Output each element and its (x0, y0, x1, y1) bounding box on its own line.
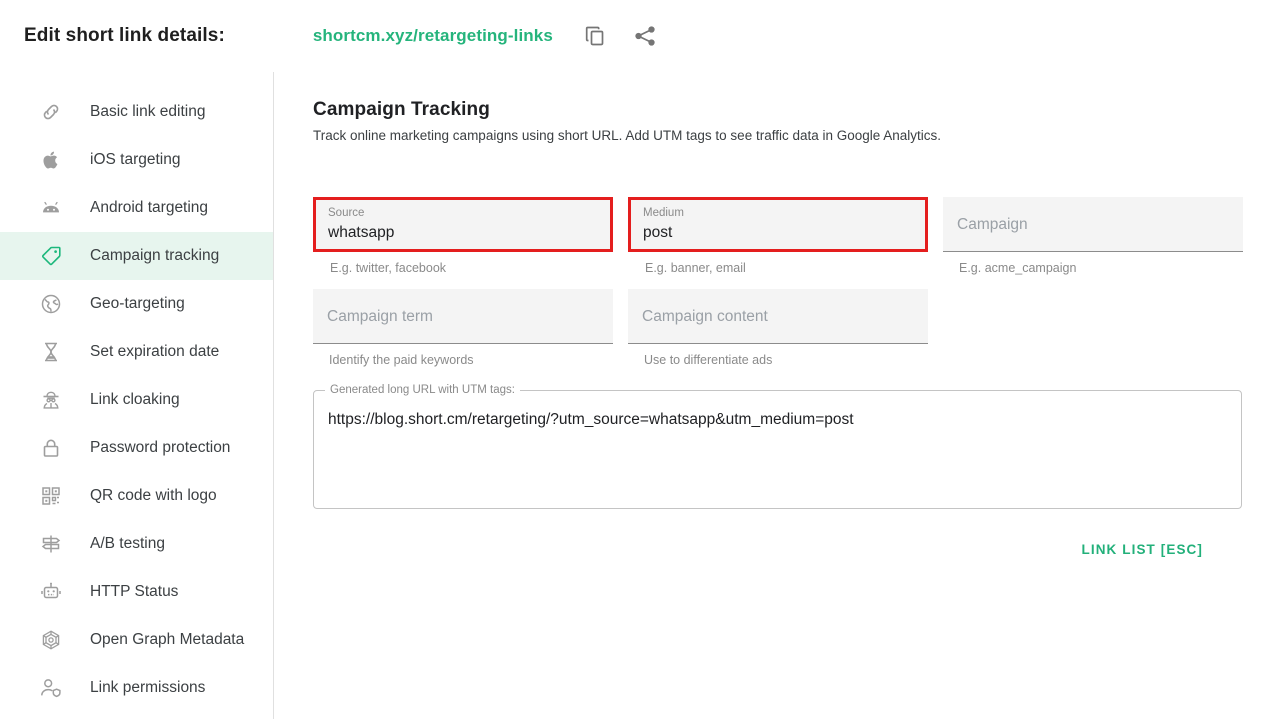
sidebar-item-open-graph-metadata[interactable]: Open Graph Metadata (0, 616, 273, 664)
short-link-url[interactable]: shortcm.xyz/retargeting-links (313, 26, 553, 46)
link-list-button[interactable]: LINK LIST [ESC] (1074, 542, 1203, 557)
section-title: Campaign Tracking (313, 99, 490, 120)
utm-campaign-input[interactable]: Campaign (943, 197, 1243, 252)
sidebar-item-label: Link permissions (90, 679, 206, 696)
android-icon (38, 195, 64, 221)
utm-medium-input[interactable]: Medium post (628, 197, 928, 252)
utm-content-placeholder: Campaign content (642, 308, 768, 325)
generated-url-legend: Generated long URL with UTM tags: (325, 383, 520, 397)
sidebar-item-set-expiration-date[interactable]: Set expiration date (0, 328, 273, 376)
utm-content-hint: Use to differentiate ads (644, 353, 773, 367)
link-icon (38, 99, 64, 125)
share-icon[interactable] (633, 24, 657, 48)
lock-icon (38, 435, 64, 461)
globe-icon (38, 291, 64, 317)
open-graph-icon (38, 627, 64, 653)
sidebar-item-label: iOS targeting (90, 151, 181, 168)
sidebar-item-qr-code-with-logo[interactable]: QR code with logo (0, 472, 273, 520)
copy-icon[interactable] (583, 24, 607, 48)
page-header: Edit short link details: shortcm.xyz/ret… (0, 0, 1287, 72)
sidebar-item-geo-targeting[interactable]: Geo-targeting (0, 280, 273, 328)
utm-medium-hint: E.g. banner, email (645, 261, 746, 275)
sidebar-item-label: Campaign tracking (90, 247, 220, 264)
edit-short-link-page: Edit short link details: shortcm.xyz/ret… (0, 0, 1287, 719)
generated-url-textarea[interactable]: Generated long URL with UTM tags: https:… (313, 383, 1242, 509)
sidebar-item-label: A/B testing (90, 535, 165, 552)
sidebar-item-ios-targeting[interactable]: iOS targeting (0, 136, 273, 184)
medium-field-wrapper: Medium post E.g. banner, email (628, 197, 928, 275)
apple-icon (38, 147, 64, 173)
sidebar-item-label: QR code with logo (90, 487, 217, 504)
sidebar-item-label: Set expiration date (90, 343, 220, 360)
campaign-term-field-wrapper: Campaign term Identify the paid keywords (313, 289, 613, 367)
sidebar-item-link-cloaking[interactable]: Link cloaking (0, 376, 273, 424)
campaign-field-wrapper: Campaign E.g. acme_campaign (943, 197, 1243, 275)
utm-medium-value: post (643, 224, 673, 241)
sidebar-item-ab-testing[interactable]: A/B testing (0, 520, 273, 568)
utm-source-value: whatsapp (328, 224, 395, 241)
user-shield-icon (38, 675, 64, 701)
qr-code-icon (38, 483, 64, 509)
utm-term-placeholder: Campaign term (327, 308, 433, 325)
hourglass-icon (38, 339, 64, 365)
utm-campaign-placeholder: Campaign (957, 216, 1028, 233)
utm-content-input[interactable]: Campaign content (628, 289, 928, 344)
sidebar-item-campaign-tracking[interactable]: Campaign tracking (0, 232, 273, 280)
utm-source-label: Source (328, 207, 365, 219)
sidebar-item-label: HTTP Status (90, 583, 179, 600)
robot-icon (38, 579, 64, 605)
sidebar-item-label: Geo-targeting (90, 295, 185, 312)
utm-source-input[interactable]: Source whatsapp (313, 197, 613, 252)
sidebar-item-password-protection[interactable]: Password protection (0, 424, 273, 472)
section-subtitle: Track online marketing campaigns using s… (313, 128, 942, 143)
utm-term-hint: Identify the paid keywords (329, 353, 474, 367)
source-field-wrapper: Source whatsapp E.g. twitter, facebook (313, 197, 613, 275)
tag-icon (38, 243, 64, 269)
sidebar-item-label: Open Graph Metadata (90, 631, 245, 648)
page-title: Edit short link details: (24, 25, 225, 46)
campaign-content-field-wrapper: Campaign content Use to differentiate ad… (628, 289, 928, 367)
utm-campaign-hint: E.g. acme_campaign (959, 261, 1077, 275)
utm-source-hint: E.g. twitter, facebook (330, 261, 447, 275)
sidebar-nav: Basic link editing iOS targeting Android… (0, 72, 274, 719)
signpost-icon (38, 531, 64, 557)
sidebar-item-basic-link-editing[interactable]: Basic link editing (0, 88, 273, 136)
sidebar-item-android-targeting[interactable]: Android targeting (0, 184, 273, 232)
sidebar-item-link-permissions[interactable]: Link permissions (0, 664, 273, 712)
header-actions (583, 24, 657, 48)
generated-url-value: https://blog.short.cm/retargeting/?utm_s… (328, 411, 854, 428)
sidebar-item-label: Basic link editing (90, 103, 206, 120)
sidebar-item-http-status[interactable]: HTTP Status (0, 568, 273, 616)
utm-medium-label: Medium (643, 207, 684, 219)
main-content: Campaign Tracking Track online marketing… (274, 72, 1287, 719)
sidebar-item-label: Link cloaking (90, 391, 180, 408)
sidebar-item-label: Password protection (90, 439, 231, 456)
sidebar-item-label: Android targeting (90, 199, 209, 216)
utm-term-input[interactable]: Campaign term (313, 289, 613, 344)
spy-icon (38, 387, 64, 413)
